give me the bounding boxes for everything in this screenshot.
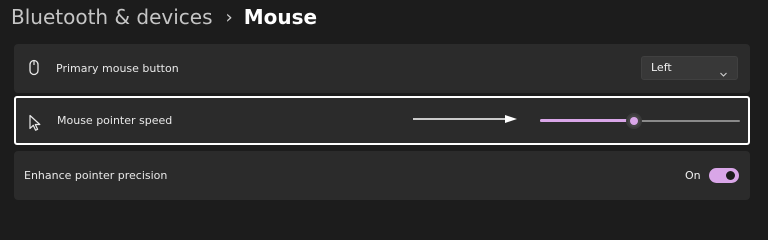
setting-card-pointer-precision: Enhance pointer precision On: [14, 151, 750, 200]
pointer-precision-toggle[interactable]: [709, 168, 739, 183]
dropdown-selected-value: Left: [651, 61, 672, 74]
pointer-speed-label: Mouse pointer speed: [57, 114, 173, 127]
primary-button-label: Primary mouse button: [56, 62, 179, 75]
mouse-icon: [25, 59, 43, 77]
pointer-precision-label: Enhance pointer precision: [24, 169, 168, 182]
primary-button-dropdown[interactable]: Left: [641, 56, 738, 80]
page-title: Mouse: [243, 5, 318, 29]
toggle-knob: [726, 171, 735, 180]
setting-card-primary-button: Primary mouse button Left: [14, 44, 750, 93]
breadcrumb: Bluetooth & devices › Mouse: [11, 4, 317, 30]
slider-fill: [540, 119, 634, 122]
chevron-down-icon: [719, 64, 728, 77]
setting-card-pointer-speed: Mouse pointer speed: [14, 96, 750, 145]
breadcrumb-separator: ›: [225, 6, 233, 28]
breadcrumb-parent[interactable]: Bluetooth & devices: [11, 5, 213, 29]
pointer-speed-slider[interactable]: [540, 113, 740, 129]
arrow-right-icon: [413, 115, 517, 123]
toggle-state-label: On: [685, 169, 701, 182]
slider-thumb[interactable]: [626, 113, 642, 129]
pointer-icon: [26, 114, 44, 132]
